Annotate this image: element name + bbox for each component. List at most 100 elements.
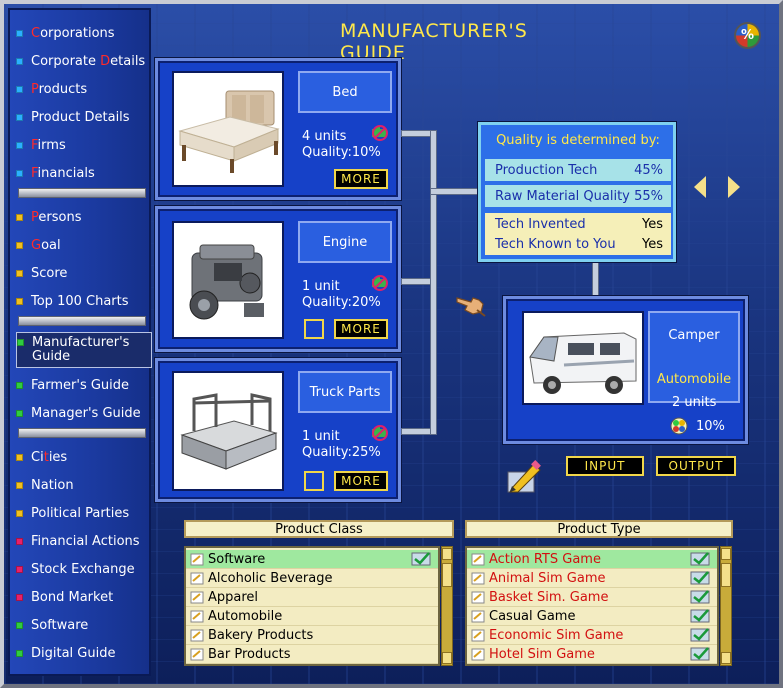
checkmark-icon [690,647,710,661]
more-button[interactable]: MORE [334,169,388,189]
truck-parts-image [172,371,284,491]
more-button[interactable]: MORE [334,319,388,339]
list-item[interactable]: Apparel [186,588,438,607]
sidebar-item-label: Digital Guide [31,645,116,661]
bullet-icon [16,621,23,629]
select-square-button[interactable] [304,471,324,491]
input-quality: 20% [351,295,381,310]
sidebar-item-top-100-charts[interactable]: Top 100 Charts [16,290,152,312]
product-type-icon [471,648,485,661]
list-item[interactable]: Bar Products [186,645,438,664]
arrow-right-icon[interactable] [728,176,740,198]
sidebar-item-political-parties[interactable]: Political Parties [16,502,152,524]
list-item[interactable]: Alcoholic Beverage [186,569,438,588]
input-panel-truck-parts: Truck Parts 1 unit Quality:25% MORE [155,358,401,502]
bullet-icon [16,565,23,573]
quality-row: Production Tech 45% [485,159,671,181]
sidebar-separator [18,428,146,438]
list-item[interactable]: Economic Sim Game [467,626,717,645]
quality-flower-icon [670,417,688,435]
bullet-icon [16,509,23,517]
sidebar: Corporations Corporate Details Products … [8,8,152,676]
input-quality: 10% [351,145,381,160]
product-type-scrollbar[interactable] [720,546,732,666]
sidebar-item-label: Manufacturer's Guide [32,335,130,364]
percent-icon[interactable]: % [734,22,761,49]
sidebar-item-managers-guide[interactable]: Manager's Guide [16,402,152,424]
bullet-icon [16,213,23,221]
connector-line [430,188,480,195]
input-button[interactable]: INPUT [566,456,644,476]
sidebar-item-financials[interactable]: Financials [16,162,152,184]
scroll-down-icon[interactable] [442,652,452,664]
sidebar-item-corporations[interactable]: Corporations [16,22,152,44]
sidebar-item-software[interactable]: Software [16,614,152,636]
sidebar-item-label: Manager's Guide [31,405,141,421]
list-item[interactable]: Animal Sim Game [467,569,717,588]
sidebar-item-goal[interactable]: Goal [16,234,152,256]
sidebar-item-corporate-details[interactable]: Corporate Details [16,50,152,72]
bullet-icon [16,537,23,545]
list-item[interactable]: Casual Game [467,607,717,626]
sidebar-item-digital-guide[interactable]: Digital Guide [16,642,152,664]
list-item[interactable]: Hotel Sim Game [467,645,717,664]
list-item[interactable]: Action RTS Game [467,550,717,569]
sidebar-item-stock-exchange[interactable]: Stock Exchange [16,558,152,580]
product-class-icon [190,572,204,585]
output-panel: Camper Automobile 2 units 10% [503,296,748,444]
product-class-scrollbar[interactable] [441,546,453,666]
list-item[interactable]: Automobile [186,607,438,626]
product-class-icon [190,591,204,604]
connector-line [430,130,437,435]
sidebar-separator [18,316,146,326]
select-square-button[interactable] [304,319,324,339]
input-panel-bed: Bed 4 units Quality:10% MORE [155,58,401,200]
checkmark-icon [411,552,431,566]
pencil-icon[interactable] [506,458,544,494]
scroll-down-icon[interactable] [721,652,731,664]
input-name-bed: Bed [298,71,392,113]
more-button[interactable]: MORE [334,471,388,491]
sidebar-item-score[interactable]: Score [16,262,152,284]
bullet-icon [16,29,23,37]
sidebar-item-products[interactable]: Products [16,78,152,100]
scroll-thumb[interactable] [721,563,731,587]
product-type-icon [471,610,485,623]
scroll-thumb[interactable] [442,563,452,587]
checkmark-icon [690,571,710,585]
arrow-left-icon[interactable] [694,176,706,198]
bullet-icon [16,593,23,601]
quality-label: Quality: [302,295,352,310]
sidebar-item-nation[interactable]: Nation [16,474,152,496]
quality-row: Tech Known to You Yes [485,233,671,255]
bed-image [172,71,284,187]
scroll-up-icon[interactable] [442,548,452,560]
quality-label: Quality: [302,145,352,160]
input-name-engine: Engine [298,221,392,263]
sidebar-item-manufacturers-guide[interactable]: Manufacturer's Guide [16,332,152,368]
sidebar-item-persons[interactable]: Persons [16,206,152,228]
list-item[interactable]: Basket Sim. Game [467,588,717,607]
scroll-up-icon[interactable] [721,548,731,560]
output-product-name: Camper [668,327,720,343]
input-name-truck-parts: Truck Parts [298,371,392,413]
bullet-icon [16,649,23,657]
output-button[interactable]: OUTPUT [656,456,736,476]
sidebar-item-label: Stock Exchange [31,561,135,577]
bullet-icon [16,453,23,461]
bullet-icon [16,241,23,249]
list-item[interactable]: Software [186,550,438,569]
input-units: 1 unit [302,279,340,294]
quality-panel-title: Quality is determined by: [496,132,660,148]
sidebar-item-product-details[interactable]: Product Details [16,106,152,128]
list-item[interactable]: Bakery Products [186,626,438,645]
sidebar-item-bond-market[interactable]: Bond Market [16,586,152,608]
sidebar-item-firms[interactable]: Firms [16,134,152,156]
sidebar-item-farmers-guide[interactable]: Farmer's Guide [16,374,152,396]
camper-image [522,311,644,405]
product-class-list: Software Alcoholic Beverage Apparel Auto… [184,546,440,666]
sidebar-item-financial-actions[interactable]: Financial Actions [16,530,152,552]
quality-label: Quality: [302,445,352,460]
checkmark-icon [690,552,710,566]
sidebar-item-cities[interactable]: Cities [16,446,152,468]
